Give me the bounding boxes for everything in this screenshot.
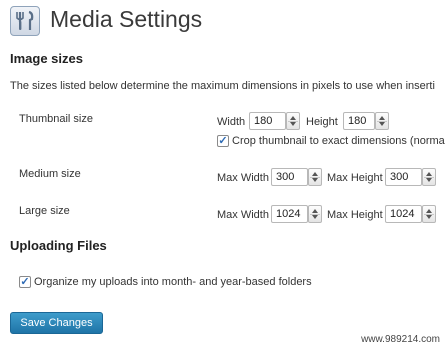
save-changes-button[interactable]: Save Changes (10, 312, 103, 334)
thumbnail-width-input[interactable]: 180 (249, 112, 286, 130)
large-max-width-stepper[interactable] (308, 205, 322, 223)
media-settings-icon (10, 6, 40, 36)
uploading-files-heading: Uploading Files (10, 238, 107, 253)
thumbnail-height-stepper[interactable] (375, 112, 389, 130)
large-max-height-stepper[interactable] (422, 205, 436, 223)
medium-max-width-input[interactable]: 300 (271, 168, 308, 186)
crop-thumbnail-checkbox[interactable]: ✓ (217, 135, 229, 147)
medium-max-height-label: Max Height (327, 172, 383, 184)
thumbnail-size-label: Thumbnail size (19, 113, 93, 125)
organize-uploads-checkbox[interactable]: ✓ (19, 276, 31, 288)
thumbnail-width-label: Width (217, 116, 246, 128)
large-max-width-label: Max Width (217, 209, 269, 221)
large-max-height-input[interactable]: 1024 (385, 205, 422, 223)
thumbnail-height-input[interactable]: 180 (343, 112, 375, 130)
thumbnail-width-stepper[interactable] (286, 112, 300, 130)
medium-size-label: Medium size (19, 168, 81, 180)
medium-max-height-input[interactable]: 300 (385, 168, 422, 186)
medium-max-width-stepper[interactable] (308, 168, 322, 186)
medium-max-width-label: Max Width (217, 172, 269, 184)
page-title: Media Settings (50, 6, 203, 32)
watermark: www.989214.com (361, 334, 440, 345)
thumbnail-height-label: Height (306, 116, 338, 128)
medium-max-height-stepper[interactable] (422, 168, 436, 186)
crop-thumbnail-label: Crop thumbnail to exact dimensions (norm… (232, 135, 445, 147)
image-sizes-description: The sizes listed below determine the max… (10, 80, 435, 92)
large-size-label: Large size (19, 205, 70, 217)
large-max-width-input[interactable]: 1024 (271, 205, 308, 223)
organize-uploads-label: Organize my uploads into month- and year… (34, 276, 312, 288)
image-sizes-heading: Image sizes (10, 51, 83, 66)
large-max-height-label: Max Height (327, 209, 383, 221)
